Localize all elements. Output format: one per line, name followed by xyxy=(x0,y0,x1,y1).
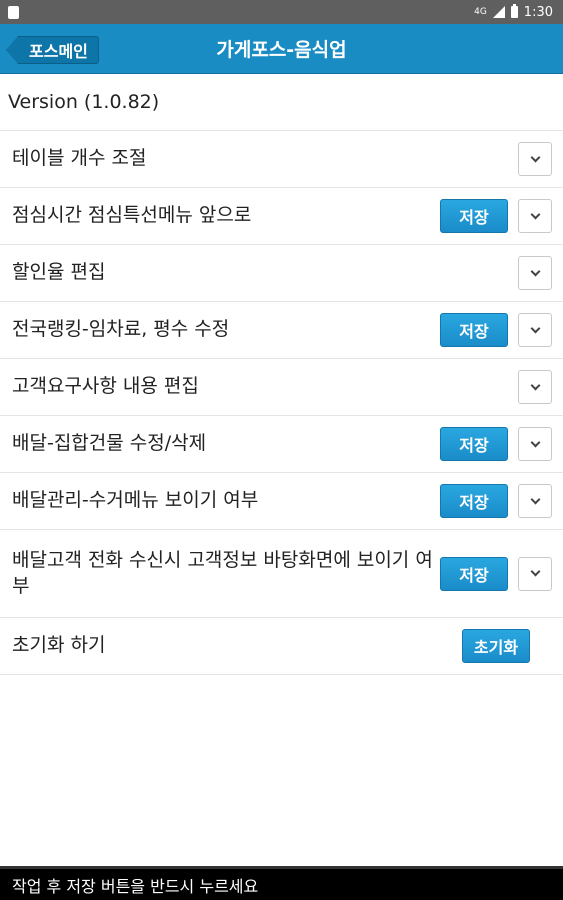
signal-icon xyxy=(492,6,505,18)
expand-button[interactable] xyxy=(518,199,552,233)
setting-row-ranking-rent[interactable]: 전국랭킹-임차료, 평수 수정 저장 xyxy=(0,302,563,359)
setting-label: 배달고객 전화 수신시 고객정보 바탕화면에 보이기 여부 xyxy=(12,548,433,597)
expand-button[interactable] xyxy=(518,256,552,290)
status-time: 1:30 xyxy=(523,4,553,20)
version-label: Version (1.0.82) xyxy=(0,74,563,131)
setting-label: 점심시간 점심특선메뉴 앞으로 xyxy=(12,204,252,227)
title-bar: 포스메인 가게포스-음식업 xyxy=(0,24,563,74)
save-button[interactable]: 저장 xyxy=(440,556,508,591)
setting-row-caller-info[interactable]: 배달고객 전화 수신시 고객정보 바탕화면에 보이기 여부 저장 xyxy=(0,530,563,618)
setting-row-reset: 초기화 하기 초기화 xyxy=(0,618,563,675)
status-bar-left xyxy=(8,5,19,19)
setting-label: 테이블 개수 조절 xyxy=(12,147,147,170)
chevron-down-icon xyxy=(530,209,540,219)
page-title: 가게포스-음식업 xyxy=(216,39,347,61)
save-button[interactable]: 저장 xyxy=(440,484,508,518)
setting-label: 고객요구사항 내용 편집 xyxy=(12,375,199,398)
setting-row-table-count[interactable]: 테이블 개수 조절 xyxy=(0,131,563,188)
setting-row-customer-requests[interactable]: 고객요구사항 내용 편집 xyxy=(0,359,563,416)
setting-row-delivery-building[interactable]: 배달-집합건물 수정/삭제 저장 xyxy=(0,416,563,473)
status-bar-right: 4G 1:30 xyxy=(474,4,553,20)
save-button[interactable]: 저장 xyxy=(440,427,508,461)
save-button[interactable]: 저장 xyxy=(440,313,508,347)
setting-label: 배달관리-수거메뉴 보이기 여부 xyxy=(12,489,259,512)
chevron-down-icon xyxy=(530,437,540,447)
chevron-down-icon xyxy=(530,152,540,162)
chevron-down-icon xyxy=(530,380,540,390)
expand-button[interactable] xyxy=(518,556,552,591)
chevron-down-icon xyxy=(530,566,540,577)
reset-label: 초기화 하기 xyxy=(12,634,106,657)
reset-button[interactable]: 초기화 xyxy=(462,629,530,663)
battery-icon xyxy=(510,4,518,18)
network-type: 4G xyxy=(474,7,487,17)
expand-button[interactable] xyxy=(518,484,552,518)
notification-icon xyxy=(8,5,19,19)
expand-button[interactable] xyxy=(518,313,552,347)
setting-label: 전국랭킹-임차료, 평수 수정 xyxy=(12,318,230,341)
chevron-down-icon xyxy=(530,323,540,333)
settings-list: 테이블 개수 조절 점심시간 점심특선메뉴 앞으로 저장 할인율 편집 전국랭킹… xyxy=(0,131,563,675)
setting-label: 배달-집합건물 수정/삭제 xyxy=(12,432,207,455)
save-button[interactable]: 저장 xyxy=(440,199,508,233)
setting-row-delivery-pickup-menu[interactable]: 배달관리-수거메뉴 보이기 여부 저장 xyxy=(0,473,563,530)
setting-row-lunch-menu[interactable]: 점심시간 점심특선메뉴 앞으로 저장 xyxy=(0,188,563,245)
expand-button[interactable] xyxy=(518,427,552,461)
status-bar: 4G 1:30 xyxy=(0,0,563,24)
setting-row-discount[interactable]: 할인율 편집 xyxy=(0,245,563,302)
back-button[interactable]: 포스메인 xyxy=(6,36,99,64)
chevron-down-icon xyxy=(530,494,540,504)
chevron-down-icon xyxy=(530,266,540,276)
expand-button[interactable] xyxy=(518,142,552,176)
expand-button[interactable] xyxy=(518,370,552,404)
footer-message: 작업 후 저장 버튼을 반드시 누르세요 xyxy=(0,866,563,900)
setting-label: 할인율 편집 xyxy=(12,261,106,284)
